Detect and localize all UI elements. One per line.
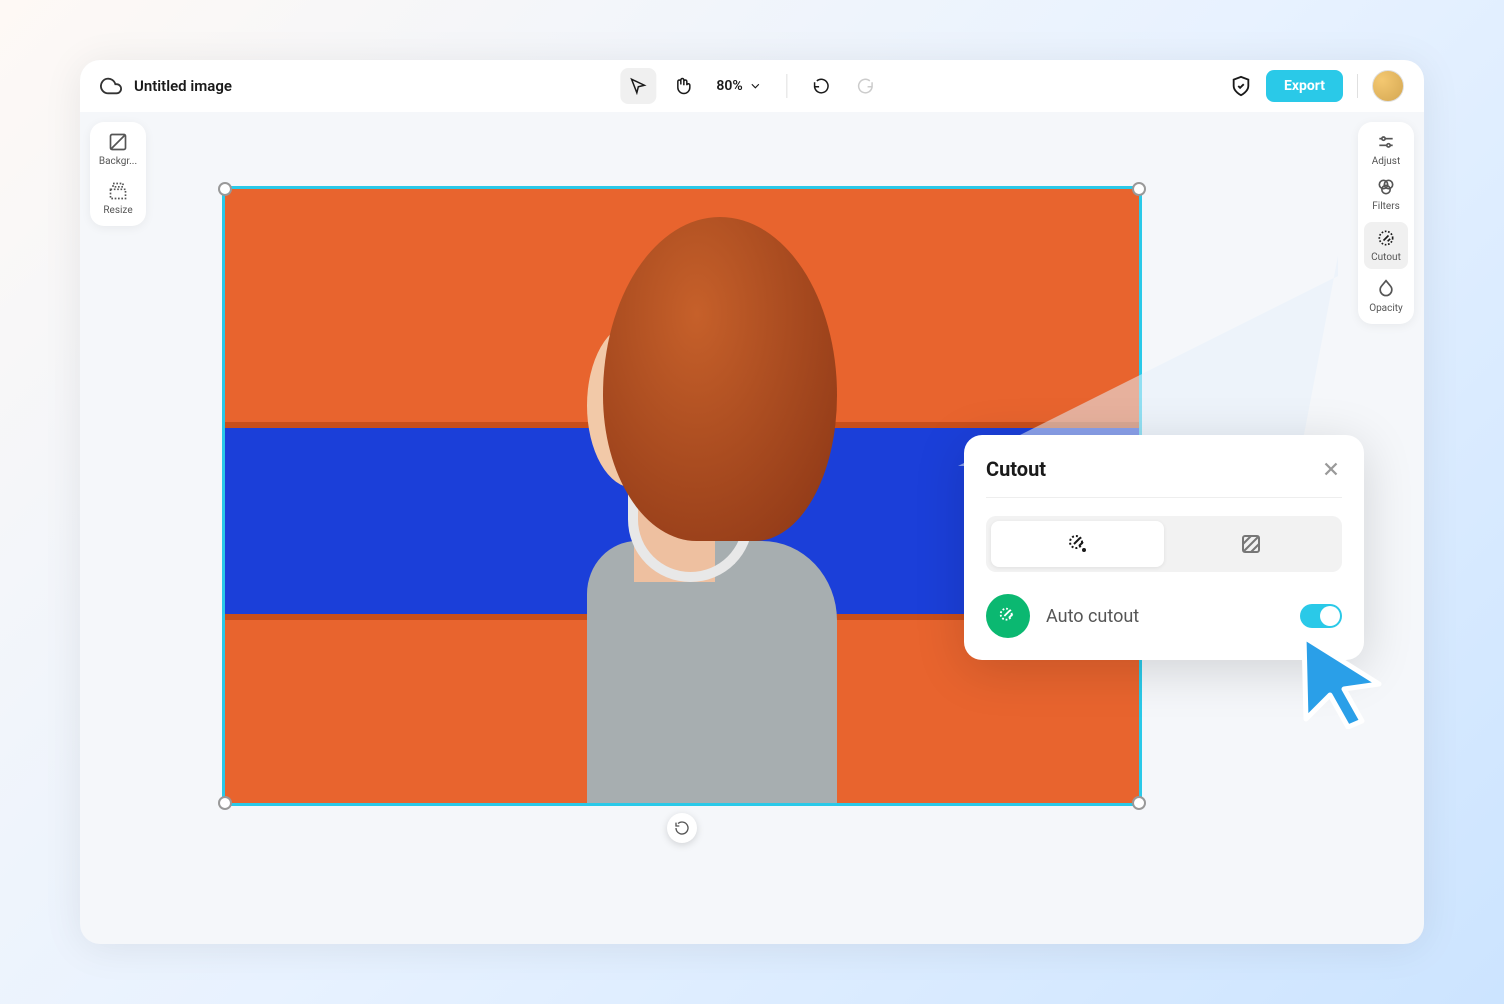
resize-handle-bl[interactable] xyxy=(218,796,232,810)
close-button[interactable] xyxy=(1320,458,1342,480)
left-sidebar: Backgr... Resize xyxy=(90,122,146,226)
zoom-dropdown[interactable]: 80% xyxy=(708,78,770,94)
toggle-knob xyxy=(1320,606,1340,626)
redo-button[interactable] xyxy=(848,68,884,104)
right-toolbar: Export xyxy=(1230,70,1404,102)
resize-handle-br[interactable] xyxy=(1132,796,1146,810)
resize-handle-tr[interactable] xyxy=(1132,182,1146,196)
separator xyxy=(787,74,788,98)
auto-cutout-badge xyxy=(986,594,1030,638)
resize-icon xyxy=(108,181,128,201)
sidebar-item-opacity[interactable]: Opacity xyxy=(1358,279,1414,314)
sidebar-item-label: Opacity xyxy=(1369,303,1403,314)
sidebar-item-adjust[interactable]: Adjust xyxy=(1358,132,1414,167)
center-toolbar: 80% xyxy=(620,68,883,104)
separator xyxy=(1357,74,1358,98)
sidebar-item-filters[interactable]: Filters xyxy=(1358,177,1414,212)
panel-header: Cutout xyxy=(986,457,1342,498)
sidebar-item-background[interactable]: Backgr... xyxy=(90,132,146,167)
sliders-icon xyxy=(1376,132,1396,152)
panel-title: Cutout xyxy=(986,457,1046,481)
hand-tool-button[interactable] xyxy=(664,68,700,104)
rotate-handle[interactable] xyxy=(667,813,697,843)
right-sidebar: Adjust Filters Cutout Opacity xyxy=(1358,122,1414,324)
segment-auto-cutout[interactable] xyxy=(991,521,1164,567)
background-icon xyxy=(108,132,128,152)
magic-wand-icon xyxy=(1066,532,1090,556)
resize-handle-tl[interactable] xyxy=(218,182,232,196)
chevron-down-icon xyxy=(749,79,763,93)
filters-icon xyxy=(1376,177,1396,197)
segment-manual-erase[interactable] xyxy=(1164,521,1337,567)
sidebar-item-label: Resize xyxy=(103,205,132,216)
close-icon xyxy=(1320,458,1342,480)
sidebar-item-label: Backgr... xyxy=(99,156,137,167)
cutout-mode-segmented xyxy=(986,516,1342,572)
topbar: Untitled image 80% Expor xyxy=(80,60,1424,112)
rotate-icon xyxy=(674,820,690,836)
document-title[interactable]: Untitled image xyxy=(134,77,232,95)
cutout-panel: Cutout Auto cutout xyxy=(964,435,1364,660)
sidebar-item-label: Filters xyxy=(1372,201,1400,212)
sidebar-item-cutout[interactable]: Cutout xyxy=(1364,222,1408,269)
cloud-icon[interactable] xyxy=(100,75,122,97)
export-button[interactable]: Export xyxy=(1266,70,1343,102)
sidebar-item-label: Cutout xyxy=(1371,252,1401,263)
sidebar-item-resize[interactable]: Resize xyxy=(90,181,146,216)
auto-cutout-toggle[interactable] xyxy=(1300,604,1342,628)
opacity-icon xyxy=(1376,279,1396,299)
sidebar-item-label: Adjust xyxy=(1372,156,1401,167)
cursor-illustration xyxy=(1294,629,1389,729)
undo-button[interactable] xyxy=(804,68,840,104)
app-window: Untitled image 80% Expor xyxy=(80,60,1424,944)
auto-cutout-row: Auto cutout xyxy=(986,594,1342,638)
cutout-icon xyxy=(1376,228,1396,248)
select-tool-button[interactable] xyxy=(620,68,656,104)
shield-icon[interactable] xyxy=(1230,75,1252,97)
zoom-value: 80% xyxy=(716,78,742,94)
eraser-icon xyxy=(1239,532,1263,556)
avatar[interactable] xyxy=(1372,70,1404,102)
magic-wand-icon xyxy=(997,605,1019,627)
auto-cutout-label: Auto cutout xyxy=(1046,606,1284,627)
